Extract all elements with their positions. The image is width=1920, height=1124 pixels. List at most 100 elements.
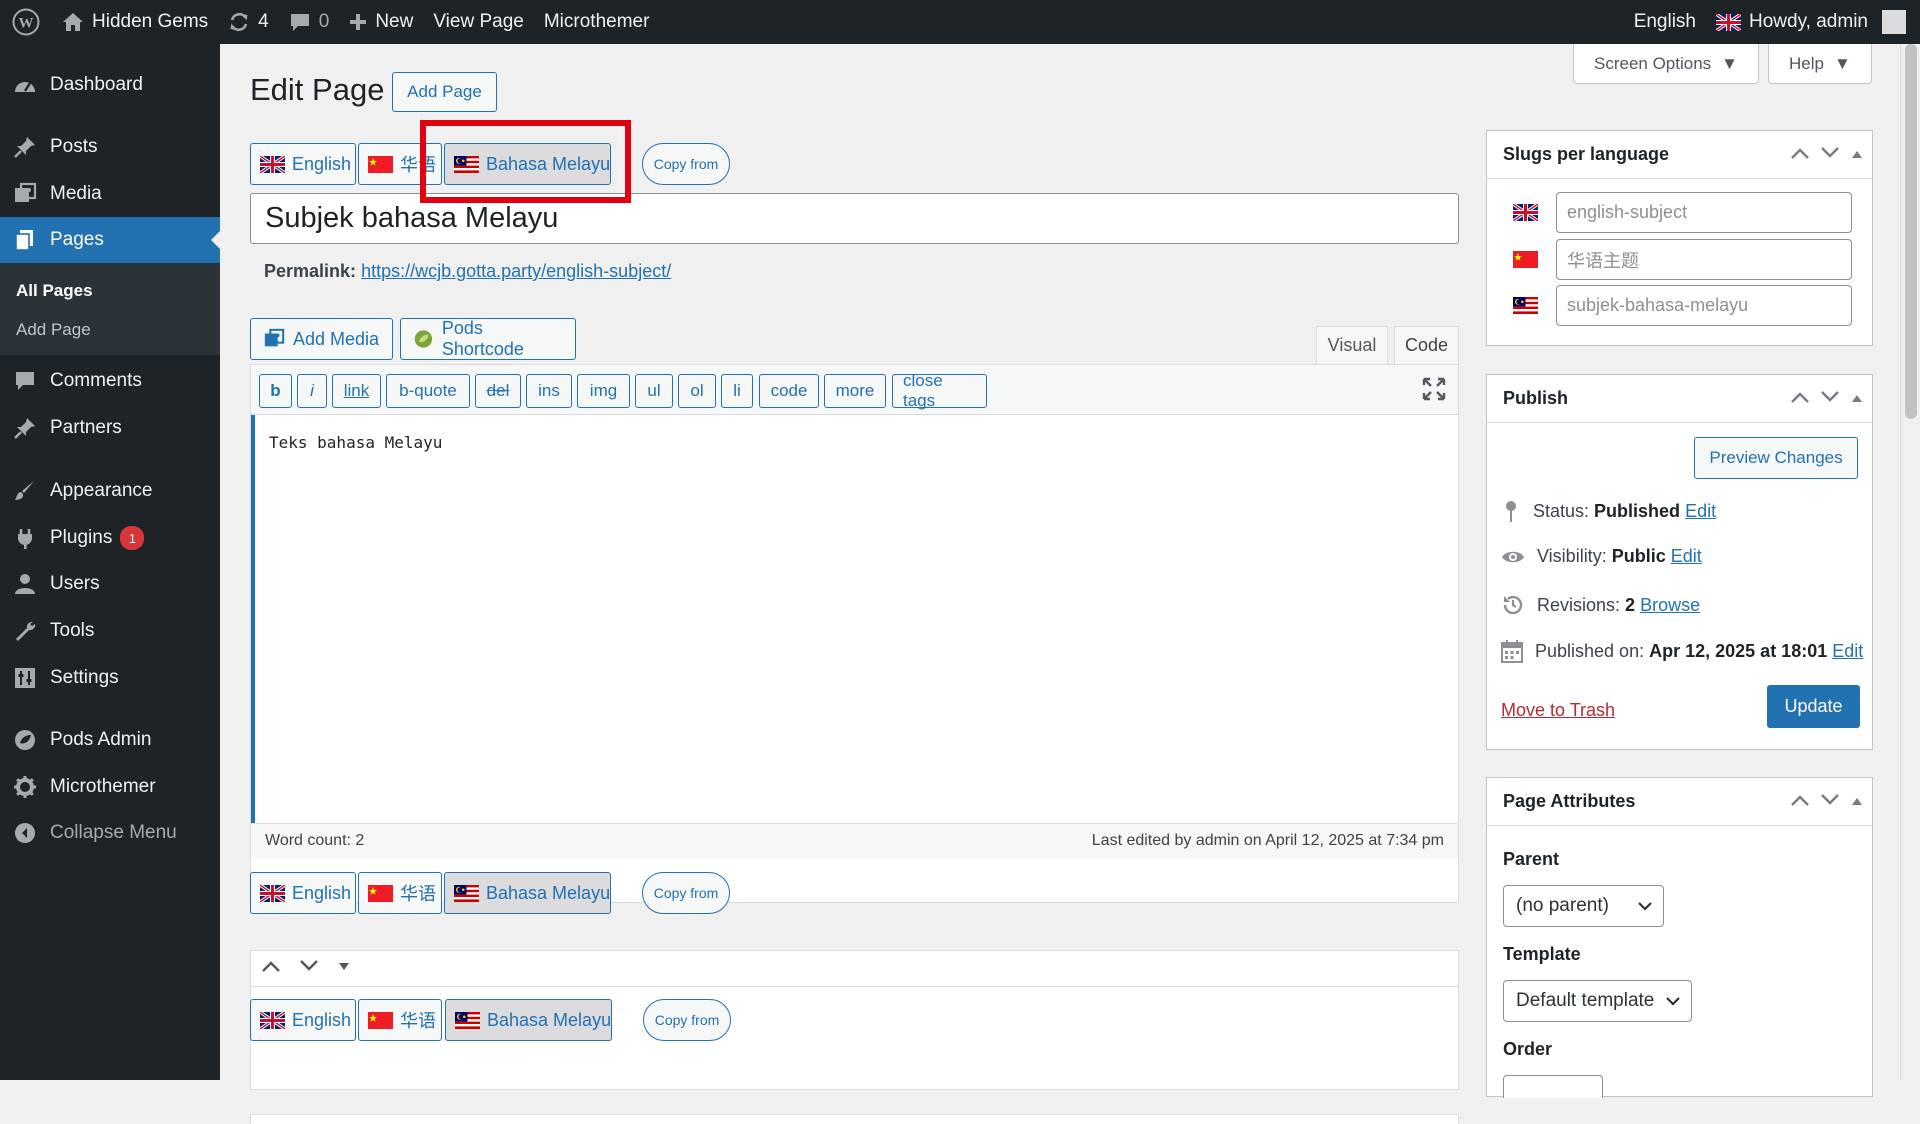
toggle-panel-icon[interactable] [1850,791,1864,812]
quicktag-more-button[interactable]: more [824,374,886,408]
post-title-input[interactable]: Subjek bahasa Melayu [250,193,1459,244]
help-button[interactable]: Help ▼ [1768,44,1872,84]
move-up-icon[interactable] [261,959,281,978]
menu-pods-admin[interactable]: Pods Admin [0,717,220,763]
new-content-link[interactable]: New [339,0,423,44]
add-media-button[interactable]: Add Media [250,318,393,360]
lang-chinese-button[interactable]: 华语 [358,143,442,185]
gear-icon [12,774,38,800]
permalink-link[interactable]: https://wcjb.gotta.party/english-subject… [361,261,671,281]
submenu-add-page[interactable]: Add Page [16,320,91,340]
quicktag-img-button[interactable]: img [577,374,630,408]
menu-users[interactable]: Users [0,561,220,607]
toggle-panel-icon[interactable] [337,960,351,978]
menu-microthemer[interactable]: Microthemer [0,764,220,810]
menu-dashboard[interactable]: Dashboard [0,62,220,108]
copy-from-button-3[interactable]: Copy from [643,999,731,1041]
media-icon [12,181,38,207]
edit-date-link[interactable]: Edit [1832,641,1863,661]
slug-input-english[interactable]: english-subject [1556,192,1852,233]
move-up-icon[interactable] [1790,388,1810,409]
comments-link[interactable]: 0 [279,0,340,44]
menu-plugins[interactable]: Plugins 1 [0,515,220,561]
quicktag-code-button[interactable]: code [759,374,819,408]
edit-visibility-link[interactable]: Edit [1671,546,1702,566]
content-textarea[interactable]: Teks bahasa Melayu [251,415,1458,823]
lang-malay-button[interactable]: Bahasa Melayu [444,143,611,185]
submenu-all-pages[interactable]: All Pages [16,281,93,301]
slugs-postbox: Slugs per language english-subject 华语主题 … [1486,130,1873,346]
quicktag-bquote-button[interactable]: b-quote [386,374,470,408]
lang-malay-button-2[interactable]: Bahasa Melayu [444,872,611,914]
quicktag-del-button[interactable]: del [475,374,521,408]
quicktag-ol-button[interactable]: ol [678,374,716,408]
menu-appearance-label: Appearance [50,480,153,501]
lang-malay-label: Bahasa Melayu [486,882,611,903]
menu-partners[interactable]: Partners [0,405,220,451]
copy-from-button-2[interactable]: Copy from [642,872,730,914]
quicktag-close-tags-button[interactable]: close tags [892,371,987,410]
preview-changes-button[interactable]: Preview Changes [1694,437,1858,479]
menu-pages[interactable]: Pages [0,217,220,263]
quicktag-ins-button[interactable]: ins [526,374,572,408]
collapse-menu-button[interactable]: Collapse Menu [0,810,220,856]
move-down-icon[interactable] [299,959,319,978]
view-page-link[interactable]: View Page [423,0,534,44]
microthemer-link[interactable]: Microthemer [534,0,660,44]
wordpress-logo-icon[interactable]: W [0,0,52,44]
menu-posts[interactable]: Posts [0,124,220,170]
toggle-panel-icon[interactable] [1850,144,1864,165]
lang-chinese-button-3[interactable]: 华语 [358,999,442,1041]
chevron-down-icon [1665,990,1681,1012]
quicktag-link-button[interactable]: link [332,374,381,408]
site-name-link[interactable]: Hidden Gems [52,0,218,44]
menu-tools[interactable]: Tools [0,608,220,654]
menu-media[interactable]: Media [0,171,220,217]
menu-settings[interactable]: Settings [0,655,220,701]
move-up-icon[interactable] [1790,791,1810,812]
quicktag-italic-button[interactable]: i [297,374,327,408]
add-page-button[interactable]: Add Page [392,72,497,112]
update-button[interactable]: Update [1767,685,1860,728]
tab-code[interactable]: Code [1394,326,1459,364]
editor: b i link b-quote del ins img ul ol li co… [250,364,1459,903]
quicktag-bold-button[interactable]: b [259,374,292,408]
menu-comments[interactable]: Comments [0,358,220,404]
updates-link[interactable]: 4 [218,0,279,44]
fullscreen-icon[interactable] [1422,377,1446,406]
screen-options-button[interactable]: Screen Options ▼ [1573,44,1759,84]
collapse-arrow-icon [12,820,38,846]
publish-postbox-header: Publish [1487,375,1872,423]
quicktag-li-button[interactable]: li [721,374,753,408]
parent-select[interactable]: (no parent) [1503,885,1664,927]
edit-status-link[interactable]: Edit [1685,501,1716,521]
lang-malay-button-3[interactable]: Bahasa Melayu [445,999,612,1041]
lang-chinese-button-2[interactable]: 华语 [358,872,442,914]
copy-from-button[interactable]: Copy from [642,143,730,185]
move-up-icon[interactable] [1790,144,1810,165]
scrollbar[interactable] [1900,44,1920,1080]
scrollbar-thumb[interactable] [1905,44,1917,419]
lang-english-button-2[interactable]: English [250,872,356,914]
tab-visual[interactable]: Visual [1316,326,1388,364]
move-down-icon[interactable] [1820,388,1840,409]
lang-english-button[interactable]: English [250,143,356,185]
menu-appearance[interactable]: Appearance [0,468,220,514]
move-down-icon[interactable] [1820,144,1840,165]
user-menu[interactable]: Howdy, admin [1706,0,1906,44]
quicktag-ul-button[interactable]: ul [635,374,673,408]
browse-revisions-link[interactable]: Browse [1640,595,1700,615]
toggle-panel-icon[interactable] [1850,388,1864,409]
pods-shortcode-button[interactable]: Pods Shortcode [400,318,576,360]
move-to-trash-link[interactable]: Move to Trash [1501,700,1615,721]
last-edited: Last edited by admin on April 12, 2025 a… [1091,832,1444,849]
lang-malay-label: Bahasa Melayu [486,153,611,174]
order-input[interactable] [1503,1075,1603,1098]
lang-english-button-3[interactable]: English [250,999,356,1041]
language-switcher[interactable]: English [1624,0,1706,44]
slug-input-malay[interactable]: subjek-bahasa-melayu [1556,285,1852,326]
slug-input-chinese[interactable]: 华语主题 [1556,239,1852,280]
pages-submenu: All Pages Add Page [0,263,220,355]
move-down-icon[interactable] [1820,791,1840,812]
template-select[interactable]: Default template [1503,980,1692,1022]
